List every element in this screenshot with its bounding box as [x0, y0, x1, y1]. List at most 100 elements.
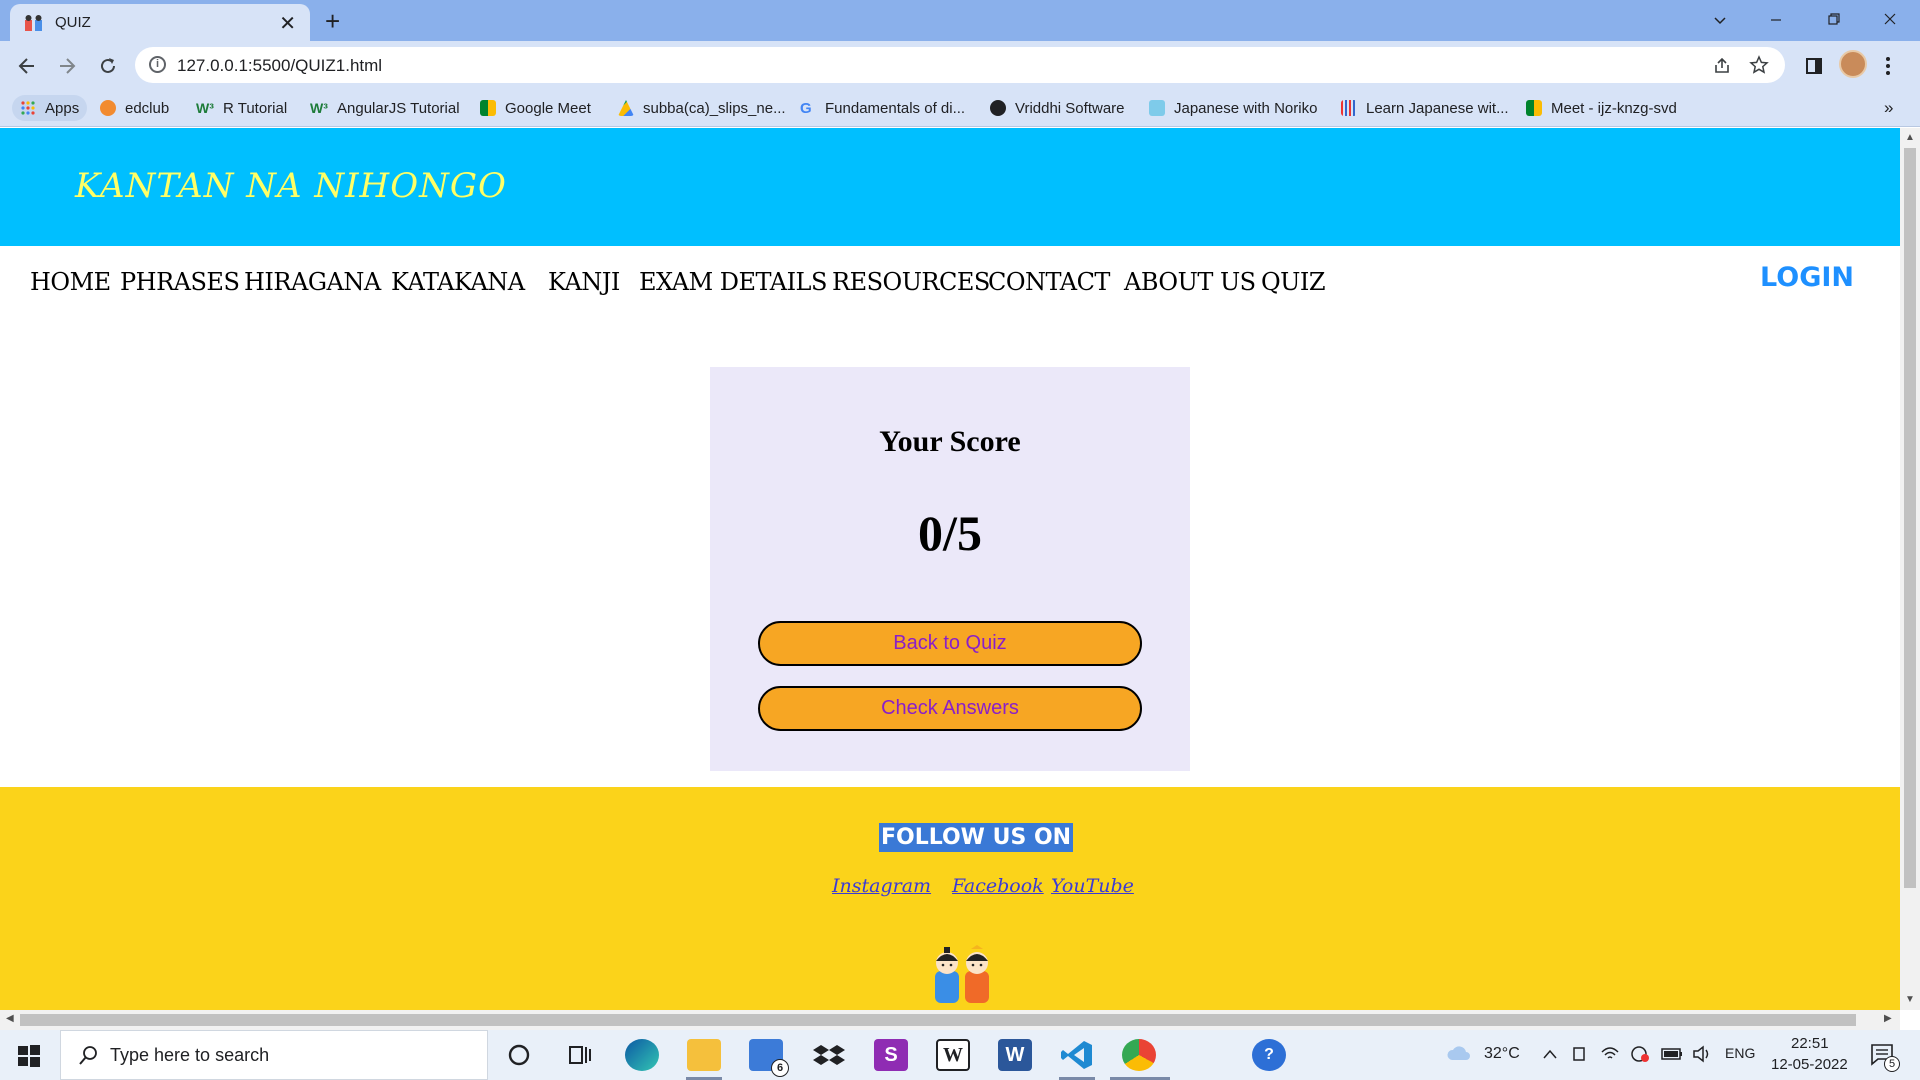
google-meet-icon — [1526, 100, 1542, 116]
windows-start-icon[interactable] — [18, 1045, 40, 1067]
close-window-icon[interactable] — [1882, 11, 1898, 27]
language-indicator[interactable]: ENG — [1725, 1045, 1755, 1061]
chevron-up-icon[interactable] — [1543, 1048, 1557, 1060]
nav-about-us[interactable]: ABOUT US — [1124, 268, 1256, 296]
mail-badge: 6 — [771, 1059, 789, 1077]
wikipedia-icon[interactable]: W — [936, 1039, 970, 1071]
scroll-right-arrow-icon[interactable]: ▶ — [1884, 1013, 1892, 1024]
w3schools-favicon-icon: W³ — [196, 100, 214, 116]
nav-kanji[interactable]: KANJI — [548, 268, 620, 296]
search-icon — [79, 1046, 97, 1065]
nav-hiragana[interactable]: HIRAGANA — [244, 268, 381, 296]
login-link[interactable]: LOGIN — [1760, 262, 1854, 293]
site-info-icon[interactable]: i — [149, 56, 166, 73]
back-to-quiz-button[interactable]: Back to Quiz — [758, 621, 1142, 666]
google-drive-icon — [618, 100, 634, 116]
web-page: KANTAN NA NIHONGO HOME PHRASES HIRAGANA … — [0, 128, 1900, 1010]
vertical-scroll-thumb[interactable] — [1904, 148, 1916, 888]
tab-search-chevron-icon[interactable] — [1712, 12, 1728, 28]
taskbar-search-box[interactable]: Type here to search — [60, 1030, 488, 1080]
weather-temp[interactable]: 32°C — [1484, 1045, 1520, 1063]
instagram-link[interactable]: Instagram — [832, 875, 931, 897]
kebab-menu-icon[interactable] — [1884, 55, 1892, 77]
url-text[interactable]: 127.0.0.1:5500/QUIZ1.html — [177, 56, 382, 76]
youtube-link[interactable]: YouTube — [1051, 875, 1134, 897]
chrome-icon[interactable] — [1122, 1039, 1156, 1071]
reload-icon[interactable] — [97, 55, 119, 77]
bookmark-fundamentals[interactable]: G Fundamentals of di... — [800, 95, 965, 121]
dropbox-icon[interactable] — [812, 1039, 846, 1071]
bookmark-label: Apps — [45, 99, 80, 117]
edge-browser-icon[interactable] — [625, 1039, 659, 1071]
profile-avatar[interactable] — [1839, 50, 1867, 78]
device-icon[interactable] — [1571, 1046, 1587, 1064]
nav-phrases[interactable]: PHRASES — [120, 268, 240, 296]
horizontal-scrollbar[interactable]: ◀ ▶ — [0, 1010, 1900, 1030]
quiz-favicon-icon — [25, 15, 42, 31]
bookmark-label: AngularJS Tutorial — [337, 99, 460, 117]
new-tab-button[interactable]: + — [325, 6, 340, 37]
clock-date[interactable]: 12-05-2022 — [1771, 1056, 1848, 1073]
nav-exam-details[interactable]: EXAM DETAILS — [639, 268, 827, 296]
tab-close-icon[interactable]: ✕ — [279, 11, 296, 36]
forward-arrow-icon[interactable] — [56, 55, 78, 77]
scroll-left-arrow-icon[interactable]: ◀ — [6, 1013, 14, 1024]
site-footer: FOLLOW US ON Instagram Facebook YouTube — [0, 787, 1900, 1010]
bookmark-r-tutorial[interactable]: W³ R Tutorial — [196, 95, 287, 121]
powerapps-icon[interactable]: S — [874, 1039, 908, 1071]
bookmark-angularjs-tutorial[interactable]: W³ AngularJS Tutorial — [310, 95, 460, 121]
network-icon[interactable] — [1630, 1045, 1650, 1063]
w3schools-favicon-icon: W³ — [310, 100, 328, 116]
clock-time[interactable]: 22:51 — [1791, 1035, 1829, 1052]
search-placeholder: Type here to search — [110, 1045, 270, 1065]
kokeshi-dolls-icon — [935, 945, 989, 1003]
site-title: KANTAN NA NIHONGO — [75, 166, 507, 206]
volume-icon[interactable] — [1692, 1045, 1712, 1063]
bookmark-star-icon[interactable] — [1749, 55, 1769, 75]
nav-contact[interactable]: CONTACT — [988, 268, 1110, 296]
scroll-down-arrow-icon[interactable]: ▼ — [1905, 994, 1915, 1005]
browser-toolbar: i 127.0.0.1:5500/QUIZ1.html — [0, 41, 1920, 90]
more-bookmarks-button[interactable]: » — [1884, 95, 1893, 121]
browser-tab-quiz[interactable]: QUIZ ✕ — [10, 4, 310, 41]
bookmark-vriddhi[interactable]: Vriddhi Software — [990, 95, 1125, 121]
nav-home[interactable]: HOME — [30, 268, 111, 296]
task-view-icon[interactable] — [563, 1039, 597, 1071]
bookmark-apps[interactable]: Apps — [12, 95, 88, 121]
side-panel-icon[interactable] — [1804, 56, 1824, 76]
bookmark-edclub[interactable]: edclub — [100, 95, 169, 121]
address-bar[interactable]: i 127.0.0.1:5500/QUIZ1.html — [135, 47, 1785, 83]
weather-cloud-icon[interactable] — [1446, 1044, 1472, 1064]
bookmark-meet[interactable]: Meet - ijz-knzg-svd — [1526, 95, 1677, 121]
bookmark-label: Learn Japanese wit... — [1366, 99, 1509, 117]
scroll-up-arrow-icon[interactable]: ▲ — [1905, 132, 1915, 143]
tab-title: QUIZ — [55, 14, 91, 31]
share-icon[interactable] — [1712, 56, 1732, 76]
wifi-icon[interactable] — [1600, 1045, 1620, 1063]
file-explorer-icon[interactable] — [687, 1039, 721, 1071]
nav-katakana[interactable]: KATAKANA — [391, 268, 525, 296]
nav-resources[interactable]: RESOURCES — [832, 268, 990, 296]
horizontal-scroll-thumb[interactable] — [20, 1014, 1856, 1026]
score-value: 0/5 — [918, 505, 982, 561]
facebook-link[interactable]: Facebook — [952, 875, 1044, 897]
bookmark-label: edclub — [125, 99, 170, 117]
nav-quiz[interactable]: QUIZ — [1261, 268, 1326, 296]
score-card: Your Score 0/5 Back to Quiz Check Answer… — [710, 367, 1190, 771]
mail-icon[interactable]: 6 — [749, 1039, 789, 1077]
bookmark-slips[interactable]: subba(ca)_slips_ne... — [618, 95, 786, 121]
restore-icon[interactable] — [1826, 11, 1842, 27]
bookmark-japanese-noriko[interactable]: Japanese with Noriko — [1149, 95, 1317, 121]
back-arrow-icon[interactable] — [16, 55, 38, 77]
word-icon[interactable]: W — [998, 1039, 1032, 1071]
vertical-scrollbar[interactable]: ▲ ▼ — [1900, 128, 1920, 1010]
bookmark-google-meet[interactable]: Google Meet — [480, 95, 591, 121]
minimize-icon[interactable] — [1768, 12, 1784, 28]
battery-icon[interactable] — [1661, 1047, 1683, 1061]
globe-icon — [990, 100, 1006, 116]
bookmark-learn-japanese[interactable]: Learn Japanese wit... — [1341, 95, 1509, 121]
cortana-icon[interactable] — [502, 1039, 536, 1071]
help-icon[interactable]: ? — [1252, 1039, 1286, 1071]
vscode-icon[interactable] — [1060, 1039, 1094, 1071]
check-answers-button[interactable]: Check Answers — [758, 686, 1142, 731]
